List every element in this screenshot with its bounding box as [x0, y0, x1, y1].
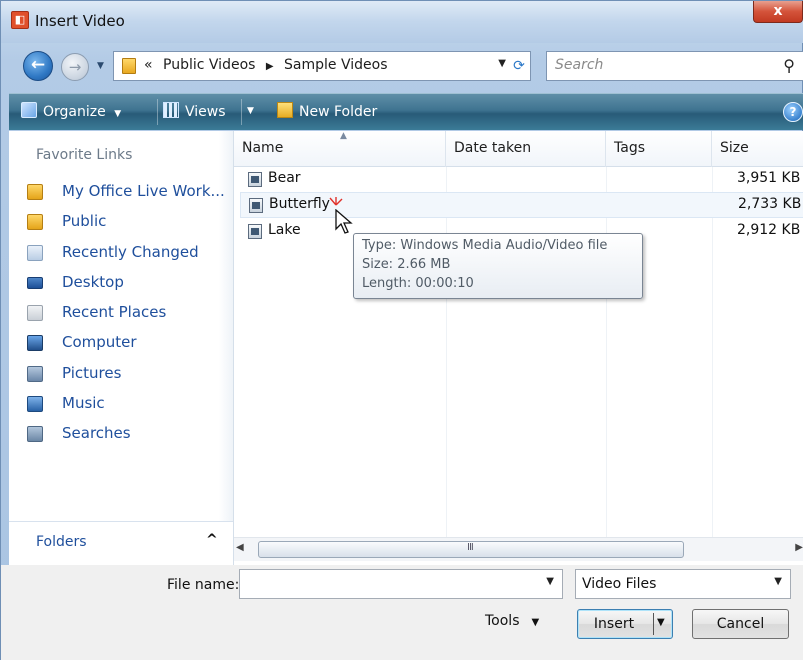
- file-row-butterfly[interactable]: Butterfly 2,733 KB: [240, 192, 803, 218]
- recently-changed-icon: [27, 244, 43, 261]
- tooltip-length: Length: 00:00:10: [362, 276, 474, 291]
- chevron-down-icon[interactable]: ▼: [546, 576, 554, 587]
- organize-label: Organize: [43, 104, 106, 120]
- desktop-icon: [27, 276, 43, 289]
- folder-icon: [27, 214, 43, 231]
- insert-label: Insert: [593, 616, 635, 632]
- sidebar-item-desktop[interactable]: Desktop: [9, 269, 214, 299]
- scrollbar-thumb[interactable]: III: [258, 541, 684, 558]
- insert-split-divider: [653, 613, 654, 635]
- file-row-bear[interactable]: Bear 3,951 KB: [240, 167, 803, 193]
- cancel-button[interactable]: Cancel: [692, 609, 789, 639]
- searches-icon: [27, 426, 43, 443]
- music-icon: [27, 396, 43, 413]
- breadcrumb-overflow[interactable]: «: [144, 57, 153, 73]
- insert-video-dialog: ◧ Insert Video x ← → ▼ « Public Videos ▶…: [0, 0, 803, 660]
- address-bar[interactable]: « Public Videos ▶ Sample Videos ▼: [113, 51, 531, 81]
- command-toolbar: Organize ▼ Views ▼ New Folder ?: [9, 93, 803, 130]
- video-file-icon: [249, 198, 263, 213]
- favorite-links-title: Favorite Links: [36, 147, 133, 163]
- file-list-pane: Name ▲ Date taken Tags Size Bear 3,951 K…: [233, 131, 803, 565]
- forward-button[interactable]: →: [61, 53, 89, 81]
- search-icon[interactable]: ⚲: [783, 56, 795, 75]
- file-type-select[interactable]: Video Files ▼: [575, 569, 791, 599]
- file-name: Butterfly: [269, 196, 330, 212]
- video-file-icon: [248, 172, 262, 187]
- toolbar-separator: [241, 99, 242, 125]
- refresh-icon[interactable]: ⟳: [505, 53, 533, 79]
- back-button[interactable]: ←: [23, 51, 53, 81]
- title-bar: ◧ Insert Video x: [1, 1, 803, 43]
- chevron-up-icon[interactable]: ^: [206, 532, 218, 548]
- chevron-right-icon[interactable]: ▶: [260, 61, 280, 72]
- tools-label: Tools: [485, 613, 520, 629]
- chevron-down-icon[interactable]: ▼: [774, 576, 782, 587]
- file-name: Bear: [268, 170, 301, 186]
- close-button[interactable]: x: [753, 1, 803, 23]
- recent-pages-dropdown-icon[interactable]: ▼: [97, 61, 104, 71]
- breadcrumb-public-videos[interactable]: Public Videos: [163, 57, 255, 73]
- pictures-icon: [27, 365, 43, 382]
- favorite-links-list: My Office Live Work... Public Recently C…: [9, 178, 225, 451]
- mouse-pointer-icon: [335, 208, 353, 241]
- file-size: 2,733 KB: [738, 196, 802, 212]
- sidebar-item-public[interactable]: Public: [9, 208, 214, 238]
- file-name-label: File name:: [167, 577, 240, 593]
- new-folder-button[interactable]: New Folder: [277, 102, 377, 120]
- chevron-down-icon: ▼: [114, 109, 122, 119]
- tooltip-size: Size: 2.66 MB: [362, 257, 451, 272]
- file-type-value: Video Files: [582, 576, 657, 592]
- scrollbar-grip: III: [467, 542, 474, 553]
- folders-toggle[interactable]: Folders ^: [9, 521, 233, 565]
- sidebar-item-searches[interactable]: Searches: [9, 420, 214, 450]
- breadcrumb-sample-videos[interactable]: Sample Videos: [284, 57, 387, 73]
- views-label: Views: [185, 104, 226, 120]
- views-button[interactable]: Views: [163, 102, 226, 120]
- navigation-pane: Favorite Links My Office Live Work... Pu…: [9, 131, 233, 565]
- powerpoint-app-icon: ◧: [11, 11, 29, 29]
- toolbar-separator: [157, 99, 158, 125]
- dialog-footer: File name: ▼ Video Files ▼ Tools ▼ Insert…: [1, 565, 803, 660]
- views-dropdown-icon[interactable]: ▼: [247, 106, 254, 116]
- organize-button[interactable]: Organize ▼: [21, 102, 121, 120]
- scroll-right-icon[interactable]: ▶: [795, 542, 803, 553]
- window-title: Insert Video: [35, 12, 125, 30]
- tools-button[interactable]: Tools ▼: [485, 613, 539, 629]
- scroll-left-icon[interactable]: ◀: [236, 542, 244, 553]
- folder-icon: [122, 58, 136, 74]
- sidebar-item-recently-changed[interactable]: Recently Changed: [9, 239, 214, 269]
- new-folder-label: New Folder: [299, 104, 378, 120]
- sidebar-item-computer[interactable]: Computer: [9, 329, 214, 359]
- video-file-icon: [248, 224, 262, 239]
- folders-label: Folders: [36, 534, 87, 550]
- chevron-down-icon: ▼: [531, 617, 540, 628]
- sidebar-item-recent-places[interactable]: Recent Places: [9, 299, 214, 329]
- tooltip-type: Type: Windows Media Audio/Video file: [362, 238, 608, 253]
- horizontal-scrollbar[interactable]: ◀ III ▶: [234, 537, 803, 561]
- search-input[interactable]: Search: [555, 57, 603, 73]
- recent-places-icon: [27, 305, 43, 322]
- search-box[interactable]: Search ⚲: [546, 51, 803, 81]
- organize-icon: [21, 102, 37, 118]
- column-header-tags[interactable]: Tags: [606, 131, 712, 167]
- file-size: 3,951 KB: [737, 170, 801, 186]
- column-header-date-taken[interactable]: Date taken: [446, 131, 606, 167]
- file-name: Lake: [268, 222, 301, 238]
- sidebar-item-music[interactable]: Music: [9, 390, 214, 420]
- help-icon[interactable]: ?: [783, 102, 803, 122]
- sort-ascending-icon: ▲: [340, 131, 347, 141]
- file-name-field[interactable]: ▼: [239, 569, 563, 599]
- views-icon: [163, 102, 179, 118]
- sidebar-item-my-office-live[interactable]: My Office Live Work...: [9, 178, 225, 208]
- column-headers: Name ▲ Date taken Tags Size: [234, 131, 803, 167]
- sidebar-item-pictures[interactable]: Pictures: [9, 360, 214, 390]
- file-size: 2,912 KB: [737, 222, 801, 238]
- folder-icon: [27, 184, 43, 200]
- new-folder-icon: [277, 102, 293, 118]
- column-header-size[interactable]: Size: [712, 131, 803, 167]
- breadcrumb: « Public Videos ▶ Sample Videos: [144, 57, 388, 73]
- insert-options-dropdown-icon[interactable]: ▼: [657, 617, 665, 628]
- computer-icon: [27, 335, 43, 352]
- file-info-tooltip: Type: Windows Media Audio/Video file Siz…: [353, 233, 643, 299]
